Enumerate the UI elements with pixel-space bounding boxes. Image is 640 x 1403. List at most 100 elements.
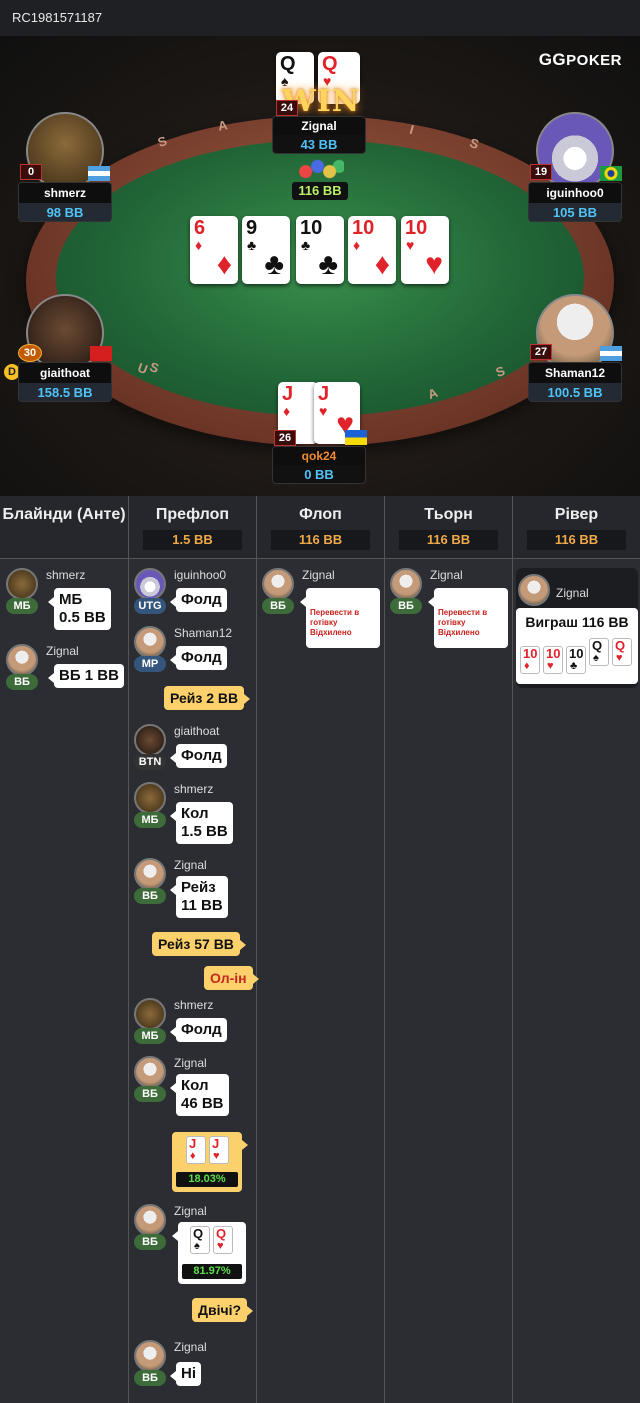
card-suit: ♦ [283, 403, 291, 419]
mini-card: Q ♥ [213, 1226, 233, 1254]
action-bubble: Фолд [170, 646, 227, 670]
player-avatar [134, 858, 166, 890]
iguinhoo0-nameplate[interactable]: iguinhoo0 105 BB [528, 182, 622, 222]
cashout-bubble: Перевести в готівку Відхилено [428, 588, 508, 648]
card-rank: J [318, 383, 330, 405]
mini-card: Q ♠ [190, 1226, 210, 1254]
player-avatar [134, 1204, 166, 1236]
board-card: 10 ♣ ♣ [296, 216, 344, 284]
flag-icon [88, 166, 110, 181]
win-amount: Виграш 116 BB [525, 614, 629, 630]
action-text: Рейз [181, 879, 216, 896]
player-name: iguinhoo0 [174, 568, 227, 582]
level-badge: 30 [18, 344, 42, 362]
position-badge: ВБ [134, 1370, 166, 1386]
card-suit-big: ♣ [318, 248, 338, 281]
shmerz-nameplate[interactable]: shmerz 98 BB [18, 182, 112, 222]
player-name: Shaman12 [529, 363, 621, 383]
player-stack: 43 BB [300, 137, 338, 152]
player-name: shmerz [19, 183, 111, 203]
card-rank: Q [193, 1226, 204, 1241]
card-suit: ♥ [319, 403, 328, 419]
action-text: Кол [181, 805, 209, 822]
giaithoat-nameplate[interactable]: giaithoat 158.5 BB [18, 362, 112, 402]
board-card: 10 ♥ ♥ [401, 216, 449, 284]
divider [0, 558, 640, 559]
action-entry: ВБ Zignal Кол 46 BB [134, 1056, 254, 1120]
shaman12-nameplate[interactable]: Shaman12 100.5 BB [528, 362, 622, 402]
zignal-nameplate[interactable]: Zignal 43 BB [272, 116, 366, 154]
action-bubble: Рейз 11 BB [170, 876, 228, 918]
card-rank: J [212, 1136, 220, 1151]
card-suit: ♥ [616, 652, 623, 664]
column-header-blinds: Блайнди (Анте) [0, 496, 128, 558]
board-card: 9 ♣ ♣ [242, 216, 290, 284]
action-bubble: МБ 0.5 BB [48, 588, 111, 630]
rail-letter: A [216, 117, 229, 134]
card-rank: Q [280, 53, 296, 75]
card-rank: J [189, 1136, 197, 1151]
hero-action-bubble: Ол-ін [204, 966, 259, 990]
action-entry: ВБ Zignal Q ♠ Q ♥ 81.97% [134, 1204, 254, 1286]
card-suit: ♦ [353, 237, 361, 253]
position-badge: UTG [134, 598, 166, 614]
equity-label: 18.03% [176, 1172, 238, 1187]
action-entry: МБ shmerz Фолд [134, 998, 254, 1048]
player-name: giaithoat [19, 363, 111, 383]
flag-icon [600, 346, 622, 361]
player-stack: 98 BB [19, 203, 111, 221]
action-text: МБ [59, 591, 83, 608]
mini-card: J ♥ [209, 1136, 229, 1164]
position-badge: ВБ [134, 1086, 166, 1102]
column-header-river: Рівер 116 BB [513, 496, 640, 558]
pot-chips-icon [296, 156, 344, 182]
action-amount: 1.5 BB [181, 823, 228, 840]
card-rank: 10 [546, 646, 561, 661]
card-suit: ♣ [247, 237, 257, 253]
pot-amount: 116 BB [292, 182, 348, 200]
action-bubble: Фолд [170, 1018, 227, 1042]
card-suit: ♠ [593, 652, 599, 664]
card-suit: ♦ [524, 660, 530, 672]
cashout-text: Перевести в готівку [438, 608, 488, 627]
player-name: iguinhoo0 [529, 183, 621, 203]
column-title: Префлоп [155, 506, 230, 523]
card-suit-big: ♣ [264, 248, 284, 281]
cashout-status: Відхилено [310, 628, 352, 637]
position-badge: МБ [134, 812, 166, 828]
card-suit: ♥ [217, 1240, 224, 1252]
qok24-nameplate[interactable]: qok24 0 BB [272, 446, 366, 484]
column-pot: 116 BB [271, 530, 370, 550]
column-pot: 1.5 BB [143, 530, 242, 550]
card-suit-big: ♦ [374, 248, 390, 281]
action-entry: UTG iguinhoo0 Фолд [134, 568, 254, 618]
player-avatar [6, 568, 38, 600]
card-suit: ♥ [213, 1150, 220, 1162]
column-pot: 116 BB [527, 530, 626, 550]
player-avatar [134, 998, 166, 1030]
position-badge: МБ [6, 598, 38, 614]
action-amount: 46 BB [181, 1095, 224, 1112]
winner-box: Виграш 116 BB 10 ♦ 10 ♥ 10 ♣ Q ♠ Q ♥ [516, 608, 638, 684]
card-suit: ♥ [406, 237, 415, 253]
hero-action-bubble: Двічі? [192, 1298, 254, 1322]
action-amount: 0.5 BB [59, 609, 106, 626]
player-name: Zignal [174, 1056, 207, 1070]
action-text: Кол [181, 1077, 209, 1094]
cashout-status: Відхилено [438, 628, 480, 637]
action-entry: ВБ Zignal ВБ 1 BB [6, 644, 126, 694]
poker-table-view: S A I S U S A S GGPOKER Q ♠ Q ♥ WIN 24 Z… [0, 36, 640, 496]
mini-card: J ♦ [186, 1136, 206, 1164]
card-rank: 10 [352, 217, 375, 239]
column-title: Флоп [299, 506, 342, 523]
mini-card: 10 ♣ [566, 646, 586, 674]
column-title: Тьорн [424, 506, 473, 523]
player-name: shmerz [174, 782, 214, 796]
action-bubble: Кол 1.5 BB [170, 802, 233, 844]
board-card: 6 ♦ ♦ [190, 216, 238, 284]
player-name: shmerz [174, 998, 214, 1012]
position-badge: BTN [134, 754, 166, 770]
player-stack: 105 BB [529, 203, 621, 221]
hero-showdown-bubble: J ♦ J ♥ 18.03% [172, 1132, 248, 1192]
column-header-flop: Флоп 116 BB [257, 496, 384, 558]
